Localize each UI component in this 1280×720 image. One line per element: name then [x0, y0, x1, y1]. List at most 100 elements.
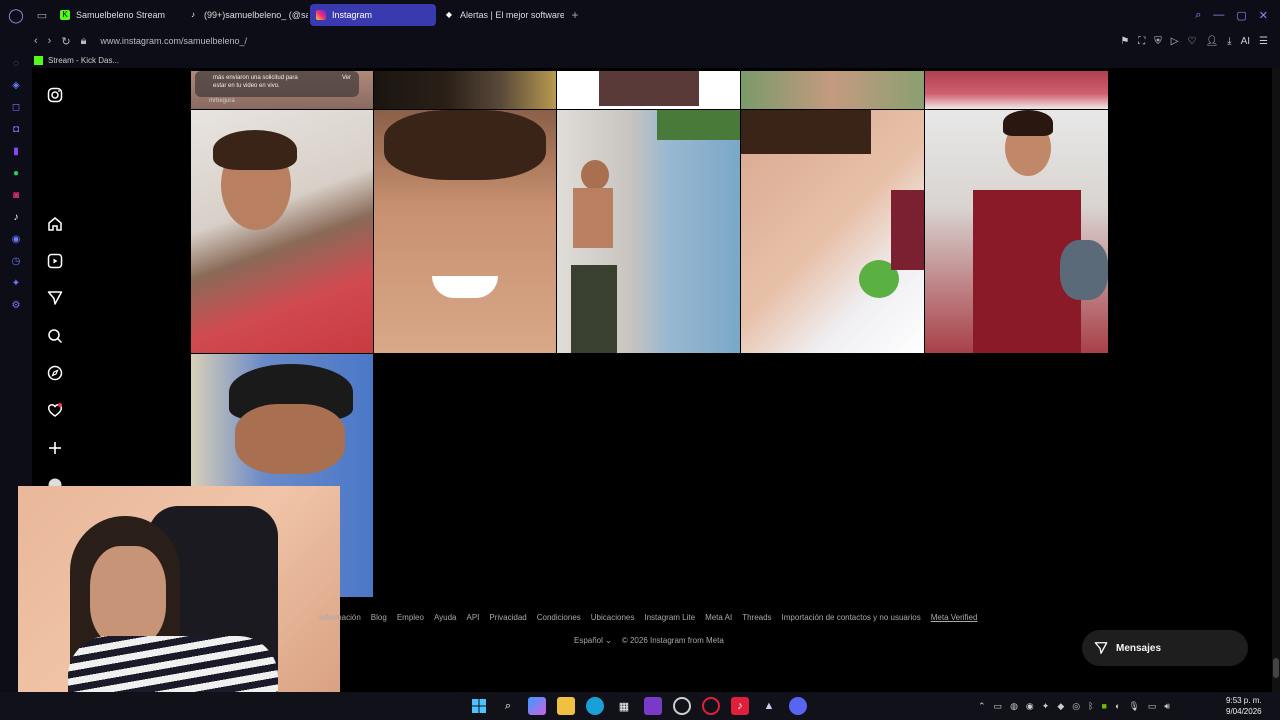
search-tabs-icon[interactable]: ⌕ [1195, 9, 1201, 22]
footer-link-meta-verified[interactable]: Meta Verified [931, 613, 978, 622]
tray-app-icon[interactable]: ◐ [1115, 701, 1120, 711]
tab-tiktok[interactable]: ♪ (99+)samuelbeleno_ (@sa [182, 4, 308, 26]
instagram-sidebar-icon[interactable]: ◙ [0, 184, 32, 206]
instagram-logo-icon[interactable] [44, 84, 66, 106]
forward-button[interactable]: › [48, 35, 52, 48]
workspaces-sidebar-icon[interactable]: ◈ [0, 74, 32, 96]
home-icon[interactable] [44, 213, 66, 235]
post-thumbnail[interactable] [925, 110, 1108, 353]
menu-icon[interactable]: ☰ [1259, 36, 1268, 47]
tab-kick-stream[interactable]: K Samuelbeleno Stream [54, 4, 180, 26]
edge-icon[interactable] [586, 697, 604, 715]
tray-app-icon[interactable]: ✦ [1042, 701, 1050, 712]
footer-link[interactable]: Ayuda [434, 613, 457, 622]
close-button[interactable]: ✕ [1259, 9, 1268, 22]
app-icon[interactable] [644, 697, 662, 715]
tray-app-icon[interactable]: ◆ [1057, 701, 1064, 712]
tiktok-taskbar-icon[interactable]: ♪ [731, 697, 749, 715]
language-select[interactable]: Español ⌄ [574, 636, 612, 645]
copilot-icon[interactable] [528, 697, 546, 715]
history-icon[interactable]: ◷ [0, 250, 32, 272]
chevron-up-icon[interactable]: ⌃ [978, 701, 986, 712]
tray-app-icon[interactable]: ◉ [1026, 701, 1034, 712]
lock-icon: 🔒︎ [80, 34, 87, 47]
post-thumbnail[interactable] [557, 110, 740, 353]
maximize-button[interactable]: ▢ [1236, 9, 1246, 22]
footer-link[interactable]: Importación de contactos y no usuarios [782, 613, 921, 622]
play-icon[interactable]: ▷ [1171, 36, 1179, 47]
tiktok-icon: ♪ [191, 10, 195, 19]
footer-link[interactable]: Información [319, 613, 361, 622]
tiktok-sidebar-icon[interactable]: ♪ [0, 206, 32, 228]
tray-app-icon[interactable]: ◎ [1072, 701, 1080, 712]
bookmark-kick-dashboard[interactable]: Stream - Kick Das... [48, 56, 119, 65]
discord-icon[interactable] [789, 697, 807, 715]
monitor-icon[interactable]: ▭ [1148, 701, 1157, 712]
post-thumbnail[interactable] [374, 110, 556, 353]
post-thumbnail[interactable] [741, 71, 924, 109]
bluetooth-icon[interactable]: ᛒ [1088, 701, 1093, 711]
download-icon[interactable]: ⤓ [1227, 36, 1231, 47]
tab-instagram[interactable]: Instagram [310, 4, 436, 26]
footer-link[interactable]: Ubicaciones [591, 613, 635, 622]
player-icon[interactable]: ◉ [0, 228, 32, 250]
bookmark-icon[interactable]: ⚑ [1120, 36, 1129, 47]
create-plus-icon[interactable] [44, 437, 66, 459]
post-thumbnail[interactable] [741, 110, 924, 353]
taskbar-clock[interactable]: 9:53 p. m. 9/04/2026 [1226, 695, 1262, 717]
search-taskbar-icon[interactable]: ⌕ [499, 697, 517, 715]
workspaces-icon[interactable]: ▭ [32, 0, 52, 30]
extensions-icon[interactable]: ✦ [0, 272, 32, 294]
post-thumbnail[interactable] [191, 110, 373, 353]
footer-link[interactable]: Condiciones [537, 613, 581, 622]
footer-link[interactable]: Empleo [397, 613, 424, 622]
opera-logo-icon[interactable]: ◯ [0, 0, 32, 30]
whatsapp-icon[interactable]: ● [0, 162, 32, 184]
twitch-icon[interactable]: ▮ [0, 140, 32, 162]
tray-app-icon[interactable]: ◍ [1010, 701, 1018, 712]
new-tab-button[interactable]: + [564, 8, 586, 22]
notifications-heart-icon[interactable] [44, 399, 66, 421]
scrollbar-thumb[interactable] [1273, 658, 1279, 678]
direct-icon[interactable] [44, 287, 66, 309]
aria-icon[interactable]: ◌ [0, 52, 32, 74]
chrome-icon[interactable] [673, 697, 691, 715]
ai-icon[interactable]: AI [1241, 36, 1250, 47]
minimize-button[interactable]: — [1213, 9, 1224, 22]
url-field[interactable]: www.instagram.com/samuelbeleno_/ [100, 36, 247, 46]
steam-icon[interactable]: ▲ [760, 697, 778, 715]
post-thumbnail[interactable] [374, 71, 556, 109]
tray-app-icon[interactable]: ▭ [994, 701, 1003, 712]
shield-icon[interactable]: ⛨ [1154, 36, 1162, 47]
flow-icon[interactable]: ◘ [0, 118, 32, 140]
back-button[interactable]: ‹ [34, 35, 38, 48]
start-icon[interactable] [470, 697, 488, 715]
search-icon[interactable] [44, 325, 66, 347]
volume-icon[interactable]: 🔊︎ [1164, 701, 1170, 712]
snapshot-icon[interactable]: ⛶ [1138, 36, 1145, 47]
store-icon[interactable]: ▦ [615, 697, 633, 715]
reload-button[interactable]: ↻ [61, 35, 70, 48]
microphone-icon[interactable]: 🎙︎ [1128, 701, 1139, 712]
footer-link[interactable]: Meta AI [705, 613, 732, 622]
post-thumbnail[interactable] [557, 71, 740, 109]
profile-icon[interactable]: 👤︎ [1205, 36, 1218, 47]
heart-icon[interactable]: ♡ [1187, 36, 1196, 47]
explore-icon[interactable] [44, 362, 66, 384]
page-scrollbar[interactable] [1272, 68, 1280, 692]
messages-button[interactable]: Mensajes [1082, 630, 1248, 666]
opera-taskbar-icon[interactable] [702, 697, 720, 715]
reels-icon[interactable] [44, 250, 66, 272]
settings-icon[interactable]: ⚙ [0, 294, 32, 316]
footer-link[interactable]: Instagram Lite [644, 613, 695, 622]
post-thumbnail[interactable]: más enviaron una solicitud para estar en… [191, 71, 373, 109]
footer-link[interactable]: API [466, 613, 479, 622]
nvidia-icon[interactable]: ■ [1102, 701, 1107, 711]
file-explorer-icon[interactable] [557, 697, 575, 715]
footer-link[interactable]: Privacidad [489, 613, 526, 622]
footer-link[interactable]: Blog [371, 613, 387, 622]
messenger-icon[interactable]: ◻ [0, 96, 32, 118]
post-thumbnail[interactable] [925, 71, 1108, 109]
footer-link[interactable]: Threads [742, 613, 771, 622]
tab-alertas[interactable]: ◆ Alertas | El mejor software [438, 4, 564, 26]
